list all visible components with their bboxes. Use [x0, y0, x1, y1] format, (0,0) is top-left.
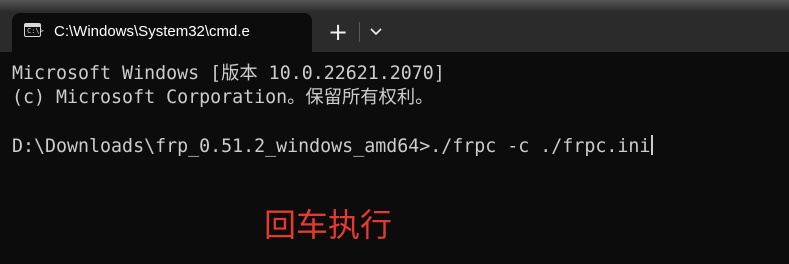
terminal-output[interactable]: Microsoft Windows [版本 10.0.22621.2070] (… [0, 52, 789, 264]
tab-title: C:\Windows\System32\cmd.e [54, 23, 250, 40]
chevron-down-icon [370, 28, 382, 36]
annotation-label: 回车执行 [264, 206, 393, 244]
text-cursor [651, 135, 654, 155]
command-line[interactable]: D:\Downloads\frp_0.51.2_windows_amd64>./… [12, 135, 654, 158]
title-bar: C:\> C:\Windows\System32\cmd.e + [0, 0, 789, 52]
title-bar-backdrop [0, 0, 789, 12]
terminal-window: C:\> C:\Windows\System32\cmd.e + Microso… [0, 0, 789, 264]
command-text: D:\Downloads\frp_0.51.2_windows_amd64>./… [12, 136, 651, 157]
output-line: (c) Microsoft Corporation。保留所有权利。 [12, 87, 434, 108]
new-tab-button[interactable]: + [323, 18, 353, 46]
tab-cmd[interactable]: C:\> C:\Windows\System32\cmd.e [12, 13, 312, 52]
output-line: Microsoft Windows [版本 10.0.22621.2070] [12, 63, 445, 84]
tab-dropdown-button[interactable] [362, 18, 390, 46]
plus-icon: + [327, 18, 349, 46]
terminal-icon: C:\> [24, 23, 44, 37]
terminal-icon-prompt: C:\> [27, 27, 44, 35]
toolbar-divider [359, 22, 360, 42]
